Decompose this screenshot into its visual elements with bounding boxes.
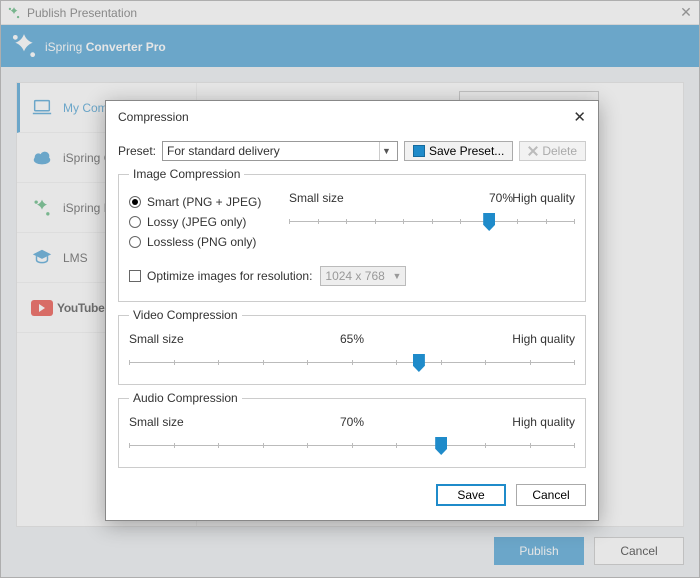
- radio-lossy[interactable]: Lossy (JPEG only): [129, 215, 289, 229]
- image-compression-legend: Image Compression: [129, 167, 244, 181]
- radio-icon: [129, 236, 141, 248]
- app-icon: [7, 6, 21, 20]
- brand-text: iSpring Converter Pro: [45, 36, 166, 56]
- radio-label: Smart (PNG + JPEG): [147, 195, 261, 209]
- resolution-combo[interactable]: 1024 x 768 ▼: [320, 266, 406, 286]
- chevron-down-icon: ▼: [379, 142, 393, 160]
- slider-max-label: High quality: [512, 191, 575, 205]
- save-preset-label: Save Preset...: [429, 144, 504, 158]
- chevron-down-icon: ▼: [392, 271, 401, 281]
- window-titlebar: Publish Presentation ✕: [1, 1, 699, 25]
- video-compression-legend: Video Compression: [129, 308, 242, 322]
- brand-light: iSpring: [45, 40, 86, 54]
- youtube-icon: YouTube: [31, 300, 104, 316]
- window-close-icon[interactable]: ✕: [679, 6, 693, 20]
- slider-thumb[interactable]: [435, 437, 447, 455]
- sidebar-item-label: LMS: [63, 251, 88, 265]
- checkbox-icon: [129, 270, 141, 282]
- sidebar-item-label: YouTube: [57, 301, 104, 315]
- image-quality-slider[interactable]: [289, 211, 575, 231]
- cancel-button[interactable]: Cancel: [594, 537, 684, 565]
- image-compression-group: Image Compression Smart (PNG + JPEG) Los…: [118, 167, 586, 302]
- preset-value: For standard delivery: [167, 144, 280, 158]
- optimize-images-checkbox[interactable]: Optimize images for resolution:: [129, 269, 312, 283]
- slider-thumb[interactable]: [413, 354, 425, 372]
- slider-thumb[interactable]: [483, 213, 495, 231]
- slider-value-label: 65%: [129, 332, 575, 346]
- audio-quality-slider[interactable]: [129, 435, 575, 455]
- main-footer: Publish Cancel: [16, 537, 684, 567]
- brand-icon: [11, 33, 37, 59]
- cloud-icon: [31, 147, 53, 169]
- publish-button[interactable]: Publish: [494, 537, 584, 565]
- window-title: Publish Presentation: [27, 6, 137, 20]
- radio-icon: [129, 196, 141, 208]
- dialog-titlebar: Compression ✕: [106, 101, 598, 133]
- dialog-cancel-button[interactable]: Cancel: [516, 484, 586, 506]
- compression-dialog: Compression ✕ Preset: For standard deliv…: [105, 100, 599, 521]
- dialog-title: Compression: [118, 110, 189, 124]
- laptop-icon: [31, 97, 53, 119]
- audio-compression-group: Audio Compression Small size 70% High qu…: [118, 391, 586, 468]
- preset-label: Preset:: [118, 144, 156, 158]
- dialog-footer: Save Cancel: [118, 484, 586, 506]
- slider-value-label: 70%: [129, 415, 575, 429]
- dialog-save-button[interactable]: Save: [436, 484, 506, 506]
- graduation-cap-icon: [31, 247, 53, 269]
- delete-preset-button[interactable]: Delete: [519, 141, 586, 161]
- save-preset-button[interactable]: Save Preset...: [404, 141, 513, 161]
- ispring-icon: [31, 197, 53, 219]
- video-quality-slider[interactable]: [129, 352, 575, 372]
- brand-bar: iSpring Converter Pro: [1, 25, 699, 67]
- slider-value-label: 70%: [489, 191, 513, 205]
- brand-bold: Converter Pro: [86, 40, 166, 54]
- radio-icon: [129, 216, 141, 228]
- radio-lossless[interactable]: Lossless (PNG only): [129, 235, 289, 249]
- resolution-value: 1024 x 768: [325, 269, 384, 283]
- checkbox-label: Optimize images for resolution:: [147, 269, 312, 283]
- radio-label: Lossless (PNG only): [147, 235, 256, 249]
- dialog-close-icon[interactable]: ✕: [573, 108, 586, 126]
- video-compression-group: Video Compression Small size 65% High qu…: [118, 308, 586, 385]
- preset-combo[interactable]: For standard delivery ▼: [162, 141, 398, 161]
- delete-preset-label: Delete: [542, 144, 577, 158]
- radio-smart[interactable]: Smart (PNG + JPEG): [129, 195, 289, 209]
- radio-label: Lossy (JPEG only): [147, 215, 246, 229]
- delete-x-icon: [528, 146, 538, 156]
- audio-compression-legend: Audio Compression: [129, 391, 242, 405]
- preset-row: Preset: For standard delivery ▼ Save Pre…: [118, 141, 586, 161]
- slider-min-label: Small size: [289, 191, 344, 205]
- save-icon: [413, 145, 425, 157]
